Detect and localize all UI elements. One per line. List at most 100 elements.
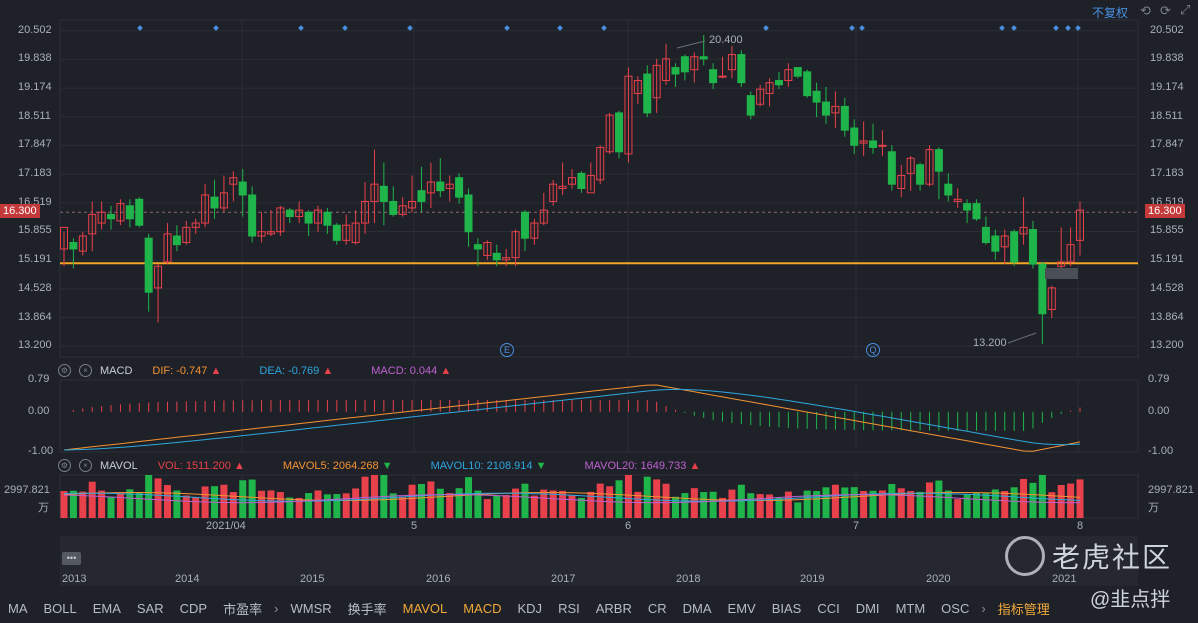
volume-bar xyxy=(502,495,510,518)
event-dot xyxy=(298,25,304,31)
undo-icon[interactable]: ⟲ xyxy=(1140,3,1151,19)
tab-cdp[interactable]: CDP xyxy=(172,601,215,616)
price-tick-right: 13.200 xyxy=(1150,339,1184,352)
macd-tick-right: -1.00 xyxy=(1148,445,1174,457)
fullscreen-icon[interactable]: ⤢ xyxy=(1180,2,1190,18)
candle-body xyxy=(304,211,313,224)
tab-dmi[interactable]: DMI xyxy=(848,601,888,616)
redo-icon[interactable]: ⟳ xyxy=(1160,3,1171,19)
chart-canvas[interactable] xyxy=(0,0,1198,623)
candle-body xyxy=(69,242,78,250)
adjust-mode-button[interactable]: 不复权 xyxy=(1092,4,1128,21)
volume-bar xyxy=(267,490,275,518)
tab-ema[interactable]: EMA xyxy=(85,601,129,616)
volume-bar xyxy=(286,497,294,518)
volume-bar xyxy=(897,488,905,518)
macd-tick-left: 0.00 xyxy=(28,404,50,417)
tab-emv[interactable]: EMV xyxy=(720,601,764,616)
event-dot xyxy=(407,25,413,31)
dea-line xyxy=(63,388,1081,451)
overview-navigator[interactable]: ••• xyxy=(60,536,1138,586)
event-dot xyxy=(342,25,348,31)
volume-bar xyxy=(681,493,689,518)
candle-body xyxy=(718,75,727,78)
volume-bar xyxy=(671,496,679,518)
candle-body xyxy=(455,177,464,198)
price-tick-right: 19.174 xyxy=(1150,81,1184,94)
tab-wmsr[interactable]: WMSR xyxy=(282,601,339,616)
volume-bar xyxy=(1067,483,1075,518)
tab-指标管理[interactable]: 指标管理 xyxy=(990,599,1058,618)
candle-body xyxy=(944,183,953,196)
tab-mtm[interactable]: MTM xyxy=(888,601,934,616)
candle-body xyxy=(285,209,294,218)
mavol5-value: MAVOL5: 2064.268 ▼ xyxy=(282,459,393,472)
volume-bar xyxy=(794,502,802,518)
volume-bar xyxy=(417,484,425,518)
volume-unit-right: 万 xyxy=(1148,502,1159,514)
price-tick-left: 15.855 xyxy=(18,224,52,237)
event-marker-q[interactable]: Q xyxy=(866,343,880,357)
tab-dma[interactable]: DMA xyxy=(675,601,720,616)
volume-bar xyxy=(154,478,162,518)
candle-body xyxy=(869,140,878,148)
tab-rsi[interactable]: RSI xyxy=(550,601,588,616)
current-price-tag-right: 16.300 xyxy=(1145,204,1185,218)
tab-bias[interactable]: BIAS xyxy=(764,601,810,616)
volume-bar xyxy=(182,495,190,518)
tab-cr[interactable]: CR xyxy=(640,601,675,616)
event-dot xyxy=(859,25,865,31)
candle-body xyxy=(248,194,257,237)
candle-body xyxy=(464,194,473,233)
volume-bar xyxy=(1010,487,1018,518)
volume-bar xyxy=(455,488,463,518)
tab-osc[interactable]: OSC xyxy=(933,601,977,616)
macd-tick-right: 0.00 xyxy=(1148,404,1170,417)
close-icon[interactable]: × xyxy=(79,459,92,472)
marker-box xyxy=(1045,268,1078,279)
tab-cci[interactable]: CCI xyxy=(809,601,847,616)
chevron-right-icon[interactable]: › xyxy=(270,601,282,616)
close-icon[interactable]: × xyxy=(79,364,92,377)
volume-bar xyxy=(483,499,491,518)
event-marker-e[interactable]: E xyxy=(500,343,514,357)
candle-body xyxy=(840,105,849,131)
dif-value: DIF: -0.747 ▲ xyxy=(152,364,222,377)
candle-body xyxy=(417,190,426,202)
tab-市盈率[interactable]: 市盈率 xyxy=(215,599,270,618)
price-tick-right: 15.191 xyxy=(1150,253,1184,266)
candle-body xyxy=(671,67,680,75)
volume-bar xyxy=(1001,491,1009,518)
candle-body xyxy=(520,211,529,239)
volume-bar xyxy=(248,479,256,518)
candle-body xyxy=(135,198,144,226)
volume-bar xyxy=(173,490,181,518)
volume-bar xyxy=(116,493,124,518)
event-dot xyxy=(213,25,219,31)
tab-ma[interactable]: MA xyxy=(0,601,36,616)
candle-body xyxy=(210,196,219,209)
tab-boll[interactable]: BOLL xyxy=(36,601,85,616)
volume-bar xyxy=(305,493,313,518)
volume-bar xyxy=(465,477,473,518)
chevron-right-icon[interactable]: › xyxy=(977,601,989,616)
settings-icon[interactable]: ⚙ xyxy=(58,364,71,377)
volume-max-right: 2997.821 xyxy=(1148,484,1194,496)
tab-macd[interactable]: MACD xyxy=(455,601,509,616)
settings-icon[interactable]: ⚙ xyxy=(58,459,71,472)
tab-换手率[interactable]: 换手率 xyxy=(340,599,395,618)
macd-tick-left: 0.79 xyxy=(28,373,50,385)
price-tick-right: 13.864 xyxy=(1150,310,1184,323)
more-icon[interactable]: ••• xyxy=(62,552,81,565)
price-tick-right: 19.838 xyxy=(1150,52,1184,65)
candle-body xyxy=(144,237,153,293)
candle-body xyxy=(803,71,812,97)
volume-bar xyxy=(135,492,143,518)
tab-kdj[interactable]: KDJ xyxy=(510,601,551,616)
price-tick-right: 14.528 xyxy=(1150,281,1184,294)
candle-body xyxy=(793,67,802,77)
tab-mavol[interactable]: MAVOL xyxy=(395,601,456,616)
tab-arbr[interactable]: ARBR xyxy=(588,601,640,616)
tab-sar[interactable]: SAR xyxy=(129,601,172,616)
candle-body xyxy=(981,226,990,244)
